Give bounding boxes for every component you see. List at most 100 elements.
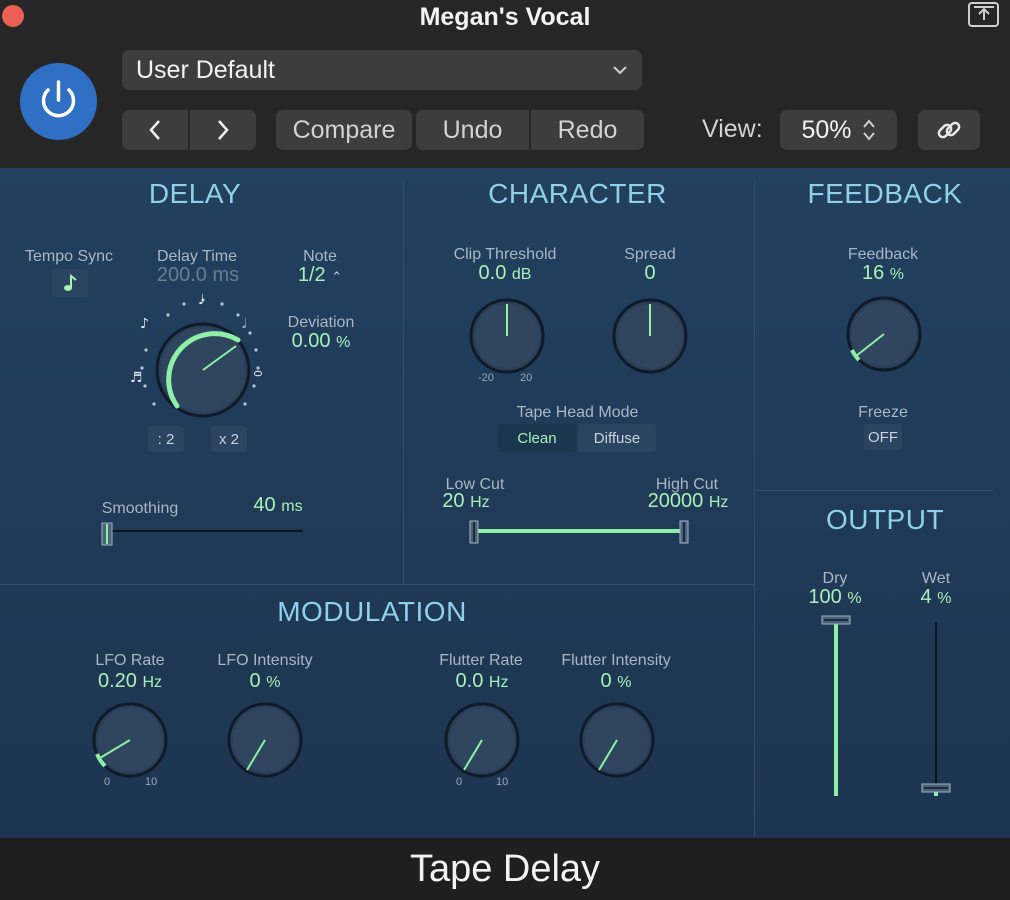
lfo-rate-max: 10: [145, 776, 158, 788]
clip-threshold-knob[interactable]: [465, 294, 549, 378]
dry-value: 100 %: [795, 586, 875, 609]
lfo-intensity-number: 0: [249, 670, 261, 692]
eighth-note-icon: [64, 274, 77, 291]
spread-knob[interactable]: [608, 294, 692, 378]
lfo-rate-unit: Hz: [142, 674, 163, 691]
previous-preset-button[interactable]: [122, 110, 188, 150]
next-preset-button[interactable]: [190, 110, 256, 150]
dry-fader[interactable]: [818, 614, 854, 798]
power-icon: [41, 80, 76, 118]
spread-value: 0: [644, 262, 656, 284]
wet-value: 4 %: [896, 586, 976, 609]
feedback-unit: %: [889, 266, 905, 283]
deviation-unit: %: [336, 334, 351, 351]
eighth-note-icon: ♪: [140, 316, 149, 332]
link-button[interactable]: [918, 110, 980, 150]
whole-note-mark: 0: [251, 370, 264, 377]
smoothing-value: 40 ms: [238, 494, 318, 517]
wet-unit: %: [937, 590, 952, 607]
undo-button[interactable]: Undo: [416, 110, 529, 150]
lfo-intensity-label: LFO Intensity: [217, 652, 313, 669]
divider: [754, 490, 994, 491]
divide-by-2-button[interactable]: : 2: [148, 426, 184, 452]
tape-head-clean-button[interactable]: Clean: [498, 424, 576, 452]
lfo-rate-label: LFO Rate: [95, 652, 165, 669]
half-note-icon: 𝅗𝅥: [242, 316, 247, 332]
flutter-intensity-knob[interactable]: [575, 698, 659, 782]
tempo-sync-toggle[interactable]: [52, 269, 88, 297]
feedback-value: 16 %: [833, 262, 933, 285]
flutter-intensity-unit: %: [617, 674, 632, 691]
lfo-rate-number: 0.20: [97, 670, 137, 692]
feedback-knob[interactable]: [842, 292, 926, 376]
high-cut-value: 20000 Hz: [636, 490, 740, 513]
delay-time-value: 200.0 ms: [156, 264, 240, 286]
plugin-footer: Tape Delay: [0, 838, 1010, 900]
dry-number: 100: [808, 586, 842, 608]
divider: [754, 180, 755, 836]
clip-threshold-min: -20: [478, 372, 494, 384]
clip-threshold-unit: dB: [511, 266, 532, 283]
feedback-section-title: FEEDBACK: [807, 178, 963, 209]
smoothing-slider[interactable]: [98, 520, 308, 550]
lfo-intensity-unit: %: [266, 674, 281, 691]
half-note-icon: ♩: [198, 292, 205, 308]
output-section-title: OUTPUT: [825, 504, 945, 535]
flutter-intensity-label: Flutter Intensity: [561, 652, 671, 669]
modulation-section-title: MODULATION: [277, 596, 467, 627]
smoothing-number: 40: [253, 494, 276, 516]
chevron-down-icon: [613, 66, 627, 75]
compare-button[interactable]: Compare: [276, 110, 412, 150]
zoom-stepper[interactable]: 50%: [780, 110, 897, 150]
freeze-label: Freeze: [858, 404, 908, 421]
flutter-rate-value: 0.0 Hz: [432, 670, 532, 693]
feedback-number: 16: [861, 262, 885, 284]
multiply-by-2-button[interactable]: x 2: [211, 426, 247, 452]
tape-head-diffuse-button[interactable]: Diffuse: [578, 424, 656, 452]
up-down-chevron-icon: ⌃: [331, 269, 343, 284]
view-label: View:: [702, 115, 763, 143]
wet-number: 4: [920, 586, 932, 608]
low-cut-value: 20 Hz: [426, 490, 506, 513]
flutter-rate-unit: Hz: [488, 674, 509, 691]
preset-dropdown[interactable]: User Default: [122, 50, 642, 90]
deviation-number: 0.00: [291, 330, 331, 352]
delay-section-title: DELAY: [148, 178, 242, 209]
flutter-rate-label: Flutter Rate: [439, 652, 523, 669]
freeze-toggle[interactable]: OFF: [864, 424, 902, 450]
character-section-title: CHARACTER: [488, 178, 667, 209]
wet-fader[interactable]: [918, 614, 954, 798]
flutter-rate-max: 10: [496, 776, 509, 788]
share-icon[interactable]: [968, 2, 999, 27]
smoothing-unit: ms: [281, 498, 303, 515]
note-value[interactable]: 1/2 ⌃: [285, 264, 355, 287]
lfo-intensity-knob[interactable]: [223, 698, 307, 782]
divider: [0, 584, 754, 585]
flutter-rate-knob[interactable]: [440, 698, 524, 782]
up-down-chevron-icon: [862, 119, 875, 141]
tape-head-mode-label: Tape Head Mode: [516, 404, 639, 421]
flutter-intensity-number: 0: [600, 670, 612, 692]
link-icon: [937, 121, 961, 139]
note-value-text: 1/2: [297, 264, 326, 286]
plugin-header: Megan's Vocal User Default Compare Undo …: [0, 0, 1010, 168]
low-cut-number: 20: [442, 490, 465, 512]
clip-threshold-number: 0.0: [478, 262, 507, 284]
sixteenth-note-icon: ♬: [130, 370, 143, 386]
zoom-value: 50%: [801, 115, 852, 144]
deviation-value[interactable]: 0.00 %: [276, 330, 366, 353]
chevron-right-icon: [218, 120, 229, 140]
power-button[interactable]: [20, 63, 97, 140]
plugin-panel: DELAY Tempo Sync Delay Time 200.0 ms Not…: [0, 168, 1010, 838]
lfo-rate-min: 0: [104, 776, 111, 788]
lfo-rate-value: 0.20 Hz: [80, 670, 180, 693]
low-cut-unit: Hz: [470, 494, 490, 511]
clip-threshold-value: 0.0 dB: [455, 262, 555, 285]
redo-button[interactable]: Redo: [531, 110, 644, 150]
high-cut-unit: Hz: [708, 494, 729, 511]
lfo-rate-knob[interactable]: [88, 698, 172, 782]
flutter-intensity-value: 0 %: [566, 670, 666, 693]
flutter-rate-number: 0.0: [455, 670, 484, 692]
cut-range-slider[interactable]: [468, 518, 692, 548]
clip-threshold-max: 20: [520, 372, 533, 384]
